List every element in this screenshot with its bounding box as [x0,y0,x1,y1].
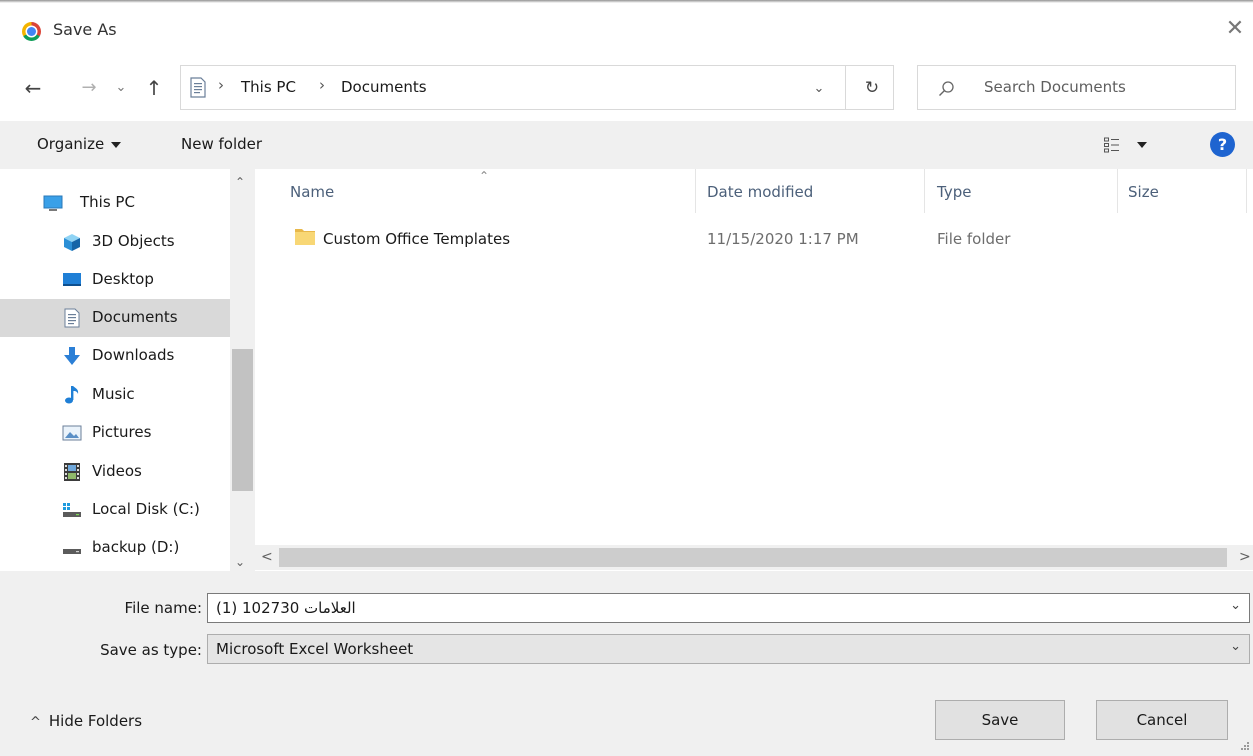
address-dropdown-button[interactable]: ⌄ [809,79,829,99]
horizontal-scroll-thumb[interactable] [279,548,1227,567]
sidebar-item-label: Videos [92,462,142,480]
folder-icon [295,229,315,245]
desktop-icon [63,273,81,286]
window-top-edge [0,0,1253,3]
scroll-up-arrow-icon[interactable]: ⌃ [235,175,245,189]
hide-folders-label: Hide Folders [48,712,143,730]
sidebar-item-downloads[interactable]: Downloads [0,337,230,375]
sidebar-item-label: Music [92,385,135,403]
refresh-button[interactable]: ↻ [861,76,883,100]
title-bar: Save As ✕ [0,0,1253,60]
scroll-thumb[interactable] [232,349,253,491]
film-icon [64,463,80,481]
breadcrumb-separator: › [319,76,325,94]
table-row[interactable]: Custom Office Templates 11/15/2020 1:17 … [255,221,1253,257]
save-as-type-label: Save as type: [100,641,202,659]
address-bar[interactable]: › This PC › Documents ⌄ ↻ [180,65,894,110]
sidebar-item-desktop[interactable]: Desktop [0,261,230,299]
column-divider[interactable] [1117,169,1118,213]
cube-icon [64,234,80,251]
music-note-icon [65,386,79,404]
drive-icon [63,549,81,554]
new-folder-button[interactable]: New folder [181,135,262,153]
sidebar-item-3d-objects[interactable]: 3D Objects [0,223,230,261]
breadcrumb-separator: › [218,76,224,94]
sidebar-item-music[interactable]: Music [0,376,230,414]
save-as-type-select[interactable]: Microsoft Excel Worksheet ⌄ [207,634,1250,664]
command-bar: Organize New folder ? [0,121,1253,169]
column-header-date-modified[interactable]: Date modified [707,183,813,201]
sidebar-item-documents[interactable]: Documents [0,299,230,337]
file-list-horizontal-scrollbar[interactable]: < > [255,545,1253,570]
monitor-icon [43,195,63,211]
scroll-down-arrow-icon[interactable]: ⌄ [235,555,245,569]
sidebar-item-label: Desktop [92,270,154,288]
close-button[interactable]: ✕ [1220,14,1250,44]
sidebar-item-label: Pictures [92,423,152,441]
chevron-down-icon[interactable]: ⌄ [1230,639,1241,654]
scroll-left-arrow-icon[interactable]: < [261,549,273,565]
sidebar-item-local-disk-c[interactable]: Local Disk (C:) [0,491,230,529]
sidebar-item-backup-d[interactable]: backup (D:) [0,529,230,567]
file-type: File folder [937,230,1011,248]
file-name-field[interactable]: (1) العلامات 102730 ⌄ [207,593,1250,623]
file-date-modified: 11/15/2020 1:17 PM [707,230,859,248]
file-name: Custom Office Templates [323,230,511,248]
help-icon[interactable]: ? [1210,132,1235,157]
navigation-pane: This PC 3D Objects Desktop Documents Dow… [0,169,230,571]
resize-grip-icon[interactable] [1240,741,1250,751]
sidebar-item-label: This PC [80,193,135,211]
column-divider[interactable] [1246,169,1247,213]
view-caret-down-icon[interactable] [1137,142,1147,148]
back-button[interactable]: ← [20,74,46,102]
chevron-down-icon[interactable]: ⌄ [1230,598,1241,613]
navigation-scrollbar[interactable]: ⌃ ⌄ [230,169,255,571]
organize-button[interactable]: Organize [37,135,122,153]
download-arrow-icon [64,347,80,365]
save-as-type-value: Microsoft Excel Worksheet [216,640,414,658]
sidebar-item-pictures[interactable]: Pictures [0,414,230,452]
search-input[interactable]: Search Documents [984,78,1126,96]
chevron-up-icon: ^ [30,715,41,730]
column-header-name[interactable]: Name [290,183,334,201]
search-icon [939,81,954,96]
sidebar-item-label: Local Disk (C:) [92,500,200,518]
save-button[interactable]: Save [935,700,1065,740]
address-divider [845,66,846,109]
recent-locations-button[interactable]: ⌄ [112,74,130,102]
sidebar-item-label: Downloads [92,346,175,364]
chrome-app-icon [22,22,41,41]
sidebar-item-label: Documents [92,308,178,326]
sidebar-item-label: 3D Objects [92,232,175,250]
file-name-value: (1) العلامات 102730 [216,599,356,617]
column-divider[interactable] [695,169,696,213]
picture-icon [62,425,82,441]
scroll-right-arrow-icon[interactable]: > [1239,549,1251,565]
hide-folders-button[interactable]: ^ Hide Folders [30,712,142,730]
document-icon [64,308,80,328]
sidebar-item-videos[interactable]: Videos [0,453,230,491]
caret-down-icon [111,141,122,148]
breadcrumb-documents[interactable]: Documents [341,78,427,96]
windows-drive-icon [63,503,81,517]
save-form: File name: (1) العلامات 102730 ⌄ Save as… [0,571,1253,756]
cancel-button[interactable]: Cancel [1096,700,1228,740]
sidebar-item-label: backup (D:) [92,538,180,556]
breadcrumb-this-pc[interactable]: This PC [241,78,296,96]
file-list: ⌃ Name Date modified Type Size Custom Of… [255,169,1253,571]
column-divider[interactable] [924,169,925,213]
file-name-label: File name: [124,599,202,617]
view-options-icon[interactable] [1104,137,1120,153]
organize-label: Organize [37,135,105,153]
sidebar-item-this-pc[interactable]: This PC [0,184,230,222]
sort-ascending-icon: ⌃ [479,169,490,183]
forward-button[interactable]: → [76,74,102,102]
up-button[interactable]: ↑ [141,74,167,102]
column-header-type[interactable]: Type [937,183,971,201]
search-box[interactable]: Search Documents [917,65,1236,110]
column-header-size[interactable]: Size [1128,183,1159,201]
window-title: Save As [53,20,117,39]
document-icon [190,77,206,98]
